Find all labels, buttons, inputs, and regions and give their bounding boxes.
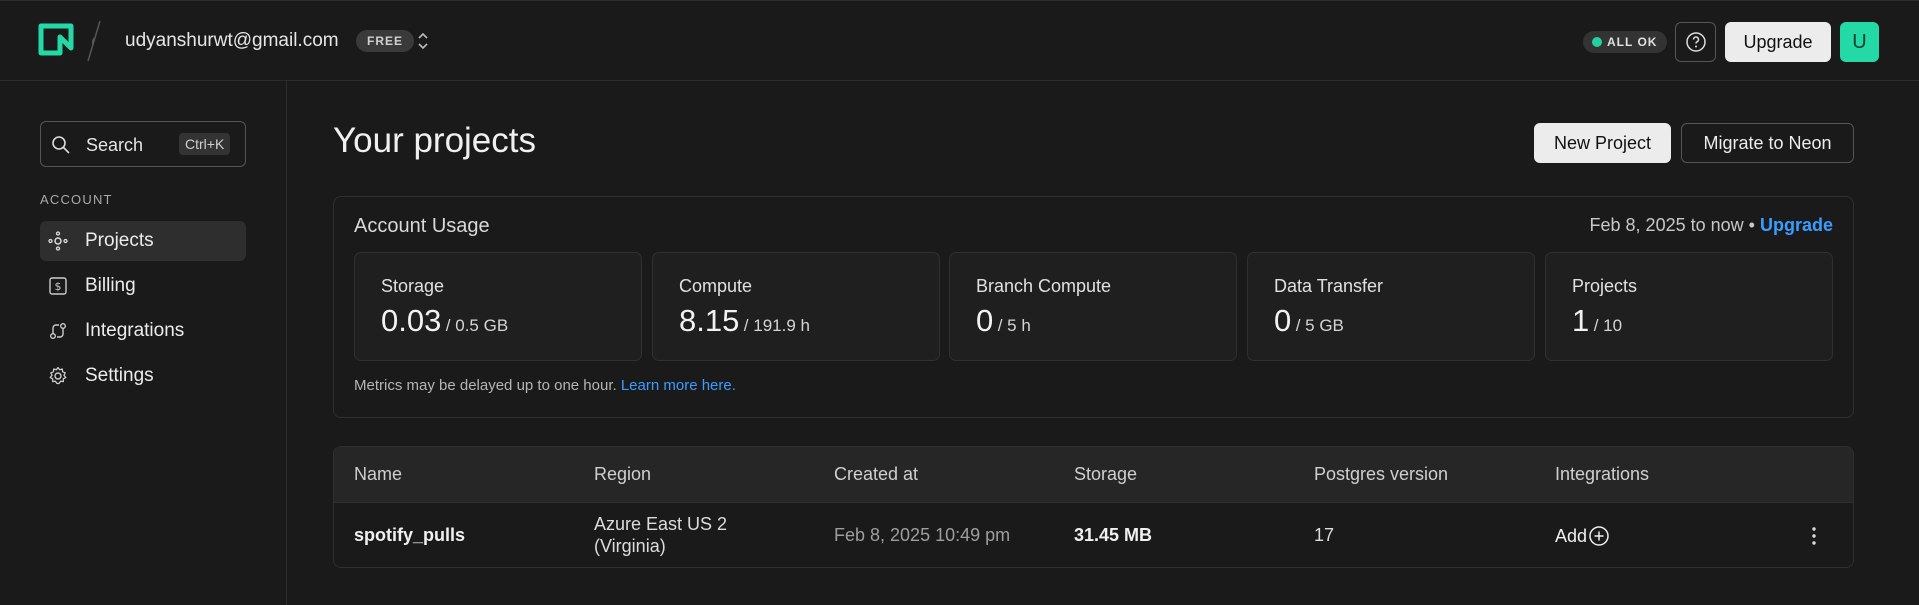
card-label: Data Transfer [1274, 276, 1384, 296]
search-shortcut: Ctrl+K [179, 133, 231, 155]
sidebar-item-integrations[interactable]: Integrations [40, 311, 246, 351]
column-header-integrations[interactable]: Integrations [1555, 464, 1649, 485]
top-bar: udyanshurwt@gmail.com FREE ALL OK Upgrad… [0, 0, 1919, 81]
sidebar-item-label: Billing [85, 275, 136, 296]
card-label: Branch Compute [976, 276, 1112, 296]
search-icon [52, 136, 70, 154]
sidebar-item-billing[interactable]: $ Billing [40, 266, 246, 306]
chevron-up-down-icon[interactable] [415, 29, 431, 53]
table-header: Name Region Created at Storage Postgres … [334, 447, 1853, 502]
neon-logo-icon[interactable] [38, 23, 74, 59]
project-region: Azure East US 2 (Virginia) [594, 514, 728, 556]
new-project-button[interactable]: New Project [1534, 123, 1671, 163]
status-dot-icon [1592, 37, 1602, 47]
usage-card-projects: Projects 1 / 10 [1545, 252, 1833, 361]
svg-text:$: $ [55, 280, 62, 293]
project-created-at: Feb 8, 2025 10:49 pm [834, 525, 1011, 545]
page-title: Your projects [333, 121, 536, 160]
sidebar-item-label: Integrations [85, 320, 185, 341]
card-label: Projects [1572, 276, 1638, 296]
sidebar-item-settings[interactable]: Settings [40, 356, 246, 396]
projects-table: Name Region Created at Storage Postgres … [333, 446, 1854, 568]
plus-circle-icon [1589, 526, 1609, 546]
sidebar: Search Ctrl+K ACCOUNT Projects $ Billing… [0, 81, 287, 605]
usage-title: Account Usage [354, 215, 490, 237]
usage-range-separator: • [1748, 215, 1755, 235]
projects-icon [48, 231, 68, 251]
section-label-account: ACCOUNT [40, 192, 113, 207]
card-value: 0.03 / 0.5 GB [381, 303, 509, 338]
card-label: Compute [679, 276, 753, 296]
usage-note: Metrics may be delayed up to one hour. L… [354, 377, 736, 394]
integrations-icon [50, 323, 66, 339]
add-integration-button[interactable]: Add [1555, 525, 1610, 547]
usage-card-compute: Compute 8.15 / 191.9 h [652, 252, 940, 361]
account-usage-panel: Account Usage Feb 8, 2025 to now • Upgra… [333, 196, 1854, 418]
usage-card-branch-compute: Branch Compute 0 / 5 h [949, 252, 1237, 361]
usage-note-text: Metrics may be delayed up to one hour. [354, 377, 617, 394]
avatar[interactable]: U [1840, 22, 1879, 62]
help-button[interactable] [1675, 22, 1716, 62]
usage-upgrade-link[interactable]: Upgrade [1760, 215, 1833, 235]
usage-range: Feb 8, 2025 to now • Upgrade [1590, 215, 1833, 236]
add-integration-label: Add [1555, 525, 1588, 546]
usage-range-text: Feb 8, 2025 to now [1589, 215, 1744, 235]
column-header-name[interactable]: Name [354, 464, 402, 485]
status-badge[interactable]: ALL OK [1583, 31, 1668, 53]
card-value: 0 / 5 GB [1274, 303, 1344, 338]
project-storage: 31.45 MB [1074, 525, 1153, 545]
column-header-created-at[interactable]: Created at [834, 464, 918, 485]
sidebar-item-projects[interactable]: Projects [40, 221, 246, 261]
breadcrumb-slash [87, 20, 101, 62]
billing-icon: $ [49, 277, 67, 295]
usage-card-data-transfer: Data Transfer 0 / 5 GB [1247, 252, 1535, 361]
sidebar-item-label: Settings [85, 365, 154, 386]
help-icon [1685, 32, 1706, 52]
status-text: ALL OK [1607, 35, 1658, 49]
column-header-region[interactable]: Region [594, 464, 651, 485]
card-value: 8.15 / 191.9 h [679, 303, 810, 338]
plan-badge: FREE [356, 30, 415, 52]
upgrade-button[interactable]: Upgrade [1725, 22, 1831, 62]
gear-icon [49, 366, 67, 385]
sidebar-item-label: Projects [85, 230, 154, 251]
more-options-icon[interactable] [1804, 525, 1824, 547]
learn-more-link[interactable]: Learn more here. [621, 377, 736, 394]
project-name[interactable]: spotify_pulls [354, 525, 465, 546]
card-value: 0 / 5 h [976, 303, 1031, 338]
card-label: Storage [381, 276, 445, 296]
search-label: Search [86, 135, 144, 155]
migrate-button[interactable]: Migrate to Neon [1681, 123, 1854, 163]
search-button[interactable]: Search Ctrl+K [40, 121, 246, 167]
column-header-storage[interactable]: Storage [1074, 464, 1137, 485]
table-row[interactable]: spotify_pulls Azure East US 2 (Virginia)… [334, 502, 1853, 567]
column-header-postgres-version[interactable]: Postgres version [1314, 464, 1448, 485]
project-postgres-version: 17 [1314, 525, 1335, 545]
usage-card-storage: Storage 0.03 / 0.5 GB [354, 252, 642, 361]
account-email[interactable]: udyanshurwt@gmail.com [125, 30, 339, 52]
card-value: 1 / 10 [1572, 303, 1623, 338]
